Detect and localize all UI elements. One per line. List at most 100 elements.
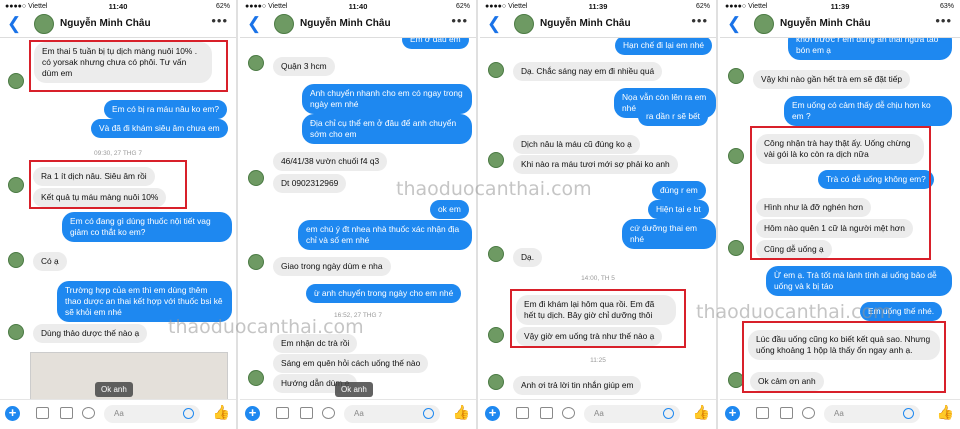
avatar <box>248 170 264 186</box>
battery-level: 62% <box>215 3 230 10</box>
more-icon[interactable]: ••• <box>691 13 708 28</box>
contact-name[interactable]: Nguyễn Minh Châu <box>780 18 871 29</box>
avatar <box>8 177 24 193</box>
message[interactable]: Dạ. <box>513 248 543 267</box>
mic-icon[interactable] <box>322 407 335 419</box>
highlight-box <box>742 321 946 393</box>
message[interactable]: ok em <box>430 200 469 219</box>
message[interactable]: ừ anh chuyển trong ngày cho em nhé <box>306 284 462 303</box>
camera-icon[interactable] <box>276 407 289 419</box>
image-icon[interactable] <box>540 407 553 419</box>
contact-name[interactable]: Nguyễn Minh Châu <box>300 18 391 29</box>
message[interactable]: em chú ý đt nhea nhà thuốc xác nhận địa … <box>298 220 472 250</box>
ok-anh-chip[interactable]: Ok anh <box>335 382 373 397</box>
camera-icon[interactable] <box>516 407 529 419</box>
message[interactable]: Dịch nâu là máu cũ đúng ko ạ <box>513 135 640 154</box>
battery-level: 63% <box>939 3 954 10</box>
message[interactable]: ra dần r sẽ bết <box>638 107 709 126</box>
image-icon[interactable] <box>60 407 73 419</box>
avatar <box>488 327 504 343</box>
timestamp: 09:30, 27 THG 7 <box>94 150 142 157</box>
message[interactable]: Hiện tại e bt <box>648 200 709 219</box>
highlight-box <box>29 160 187 209</box>
message[interactable]: Dạ. Chắc sáng nay em đi nhiều quá <box>513 62 663 81</box>
plus-icon[interactable]: + <box>5 406 20 421</box>
like-icon[interactable]: 👍 <box>693 404 710 421</box>
more-icon[interactable]: ••• <box>451 13 468 28</box>
battery-level: 62% <box>455 3 470 10</box>
avatar <box>488 374 504 390</box>
message[interactable]: Dùng thảo dược thế nào ạ <box>33 324 148 343</box>
avatar[interactable] <box>514 14 534 34</box>
message[interactable]: Quận 3 hcm <box>273 57 335 76</box>
chat-screen-4: ●●●●○ Viettel 11:39 63% ❮ Nguyễn Minh Ch… <box>720 0 960 429</box>
avatar[interactable] <box>754 14 774 34</box>
message[interactable]: Địa chỉ cụ thể em ở đâu để anh chuyển sớ… <box>302 114 472 144</box>
avatar <box>248 254 264 270</box>
mic-icon[interactable] <box>802 407 815 419</box>
message[interactable]: Em có bị ra máu nâu ko em? <box>104 100 228 119</box>
message[interactable]: Giao trong ngày dùm e nha <box>273 257 391 276</box>
message-input[interactable]: Aa <box>824 405 920 423</box>
composer-bar: + Aa 👍 <box>240 399 476 429</box>
more-icon[interactable]: ••• <box>211 13 228 28</box>
message[interactable]: Vậy khi nào gần hết trà em sẽ đặt tiếp <box>753 70 911 89</box>
chat-screen-1: ●●●●○ Viettel 11:40 62% ❮ Nguyễn Minh Ch… <box>0 0 238 429</box>
message[interactable]: Dt 0902312969 <box>273 174 347 193</box>
mic-icon[interactable] <box>82 407 95 419</box>
image-icon[interactable] <box>300 407 313 419</box>
ok-anh-chip[interactable]: Ok anh <box>95 382 133 397</box>
message-input[interactable]: Aa <box>584 405 680 423</box>
back-icon[interactable]: ❮ <box>727 14 741 34</box>
avatar <box>248 55 264 71</box>
image-icon[interactable] <box>780 407 793 419</box>
avatar[interactable] <box>274 14 294 34</box>
message[interactable]: Anh ơi trả lời tin nhắn giúp em <box>513 376 642 395</box>
message[interactable]: Có ạ <box>33 252 67 271</box>
camera-icon[interactable] <box>756 407 769 419</box>
plus-icon[interactable]: + <box>725 406 740 421</box>
avatar <box>248 370 264 386</box>
message-input[interactable]: Aa <box>344 405 440 423</box>
more-icon[interactable]: ••• <box>935 13 952 28</box>
message[interactable]: 46/41/38 vườn chuối f4 q3 <box>273 152 388 171</box>
message[interactable]: Khi nào ra máu tươi mới sợ phải ko anh <box>513 155 678 174</box>
input-placeholder: Aa <box>834 409 844 418</box>
plus-icon[interactable]: + <box>245 406 260 421</box>
back-icon[interactable]: ❮ <box>7 14 21 34</box>
battery-level: 62% <box>695 3 710 10</box>
emoji-icon[interactable] <box>423 408 434 419</box>
back-icon[interactable]: ❮ <box>487 14 501 34</box>
plus-icon[interactable]: + <box>485 406 500 421</box>
contact-name[interactable]: Nguyễn Minh Châu <box>60 18 151 29</box>
highlight-box <box>510 289 686 348</box>
input-placeholder: Aa <box>114 409 124 418</box>
mic-icon[interactable] <box>562 407 575 419</box>
avatar <box>488 246 504 262</box>
chat-header: ❮ Nguyễn Minh Châu ••• <box>240 12 476 38</box>
message[interactable]: cứ dưỡng thai em nhé <box>622 219 716 249</box>
back-icon[interactable]: ❮ <box>247 14 261 34</box>
message[interactable]: Em có đang gì dùng thuốc nội tiết vag gi… <box>62 212 232 242</box>
like-icon[interactable]: 👍 <box>453 404 470 421</box>
message[interactable]: đúng r em <box>652 181 706 200</box>
message[interactable]: Và đã đi khám siêu âm chưa em <box>91 119 228 138</box>
like-icon[interactable]: 👍 <box>213 404 230 421</box>
camera-icon[interactable] <box>36 407 49 419</box>
message[interactable]: Hạn chế đi lại em nhé <box>615 36 713 55</box>
contact-name[interactable]: Nguyễn Minh Châu <box>540 18 631 29</box>
chat-screen-2: ●●●●○ Viettel 11:40 62% ❮ Nguyễn Minh Ch… <box>240 0 478 429</box>
message[interactable]: Em uống có cảm thấy dễ chịu hơn ko em ? <box>784 96 952 126</box>
message[interactable]: Ừ em ạ. Trà tốt mà lành tính ai uống bảo… <box>766 266 952 296</box>
emoji-icon[interactable] <box>903 408 914 419</box>
avatar <box>728 68 744 84</box>
message[interactable]: Sáng em quên hỏi cách uống thế nào <box>273 354 429 373</box>
avatar[interactable] <box>34 14 54 34</box>
message[interactable]: Anh chuyển nhanh cho em có ngay trong ng… <box>302 84 472 114</box>
like-icon[interactable]: 👍 <box>937 404 954 421</box>
emoji-icon[interactable] <box>183 408 194 419</box>
message-input[interactable]: Aa <box>104 405 200 423</box>
emoji-icon[interactable] <box>663 408 674 419</box>
composer-bar: + Aa 👍 <box>0 399 236 429</box>
chat-header: ❮ Nguyễn Minh Châu ••• <box>480 12 716 38</box>
